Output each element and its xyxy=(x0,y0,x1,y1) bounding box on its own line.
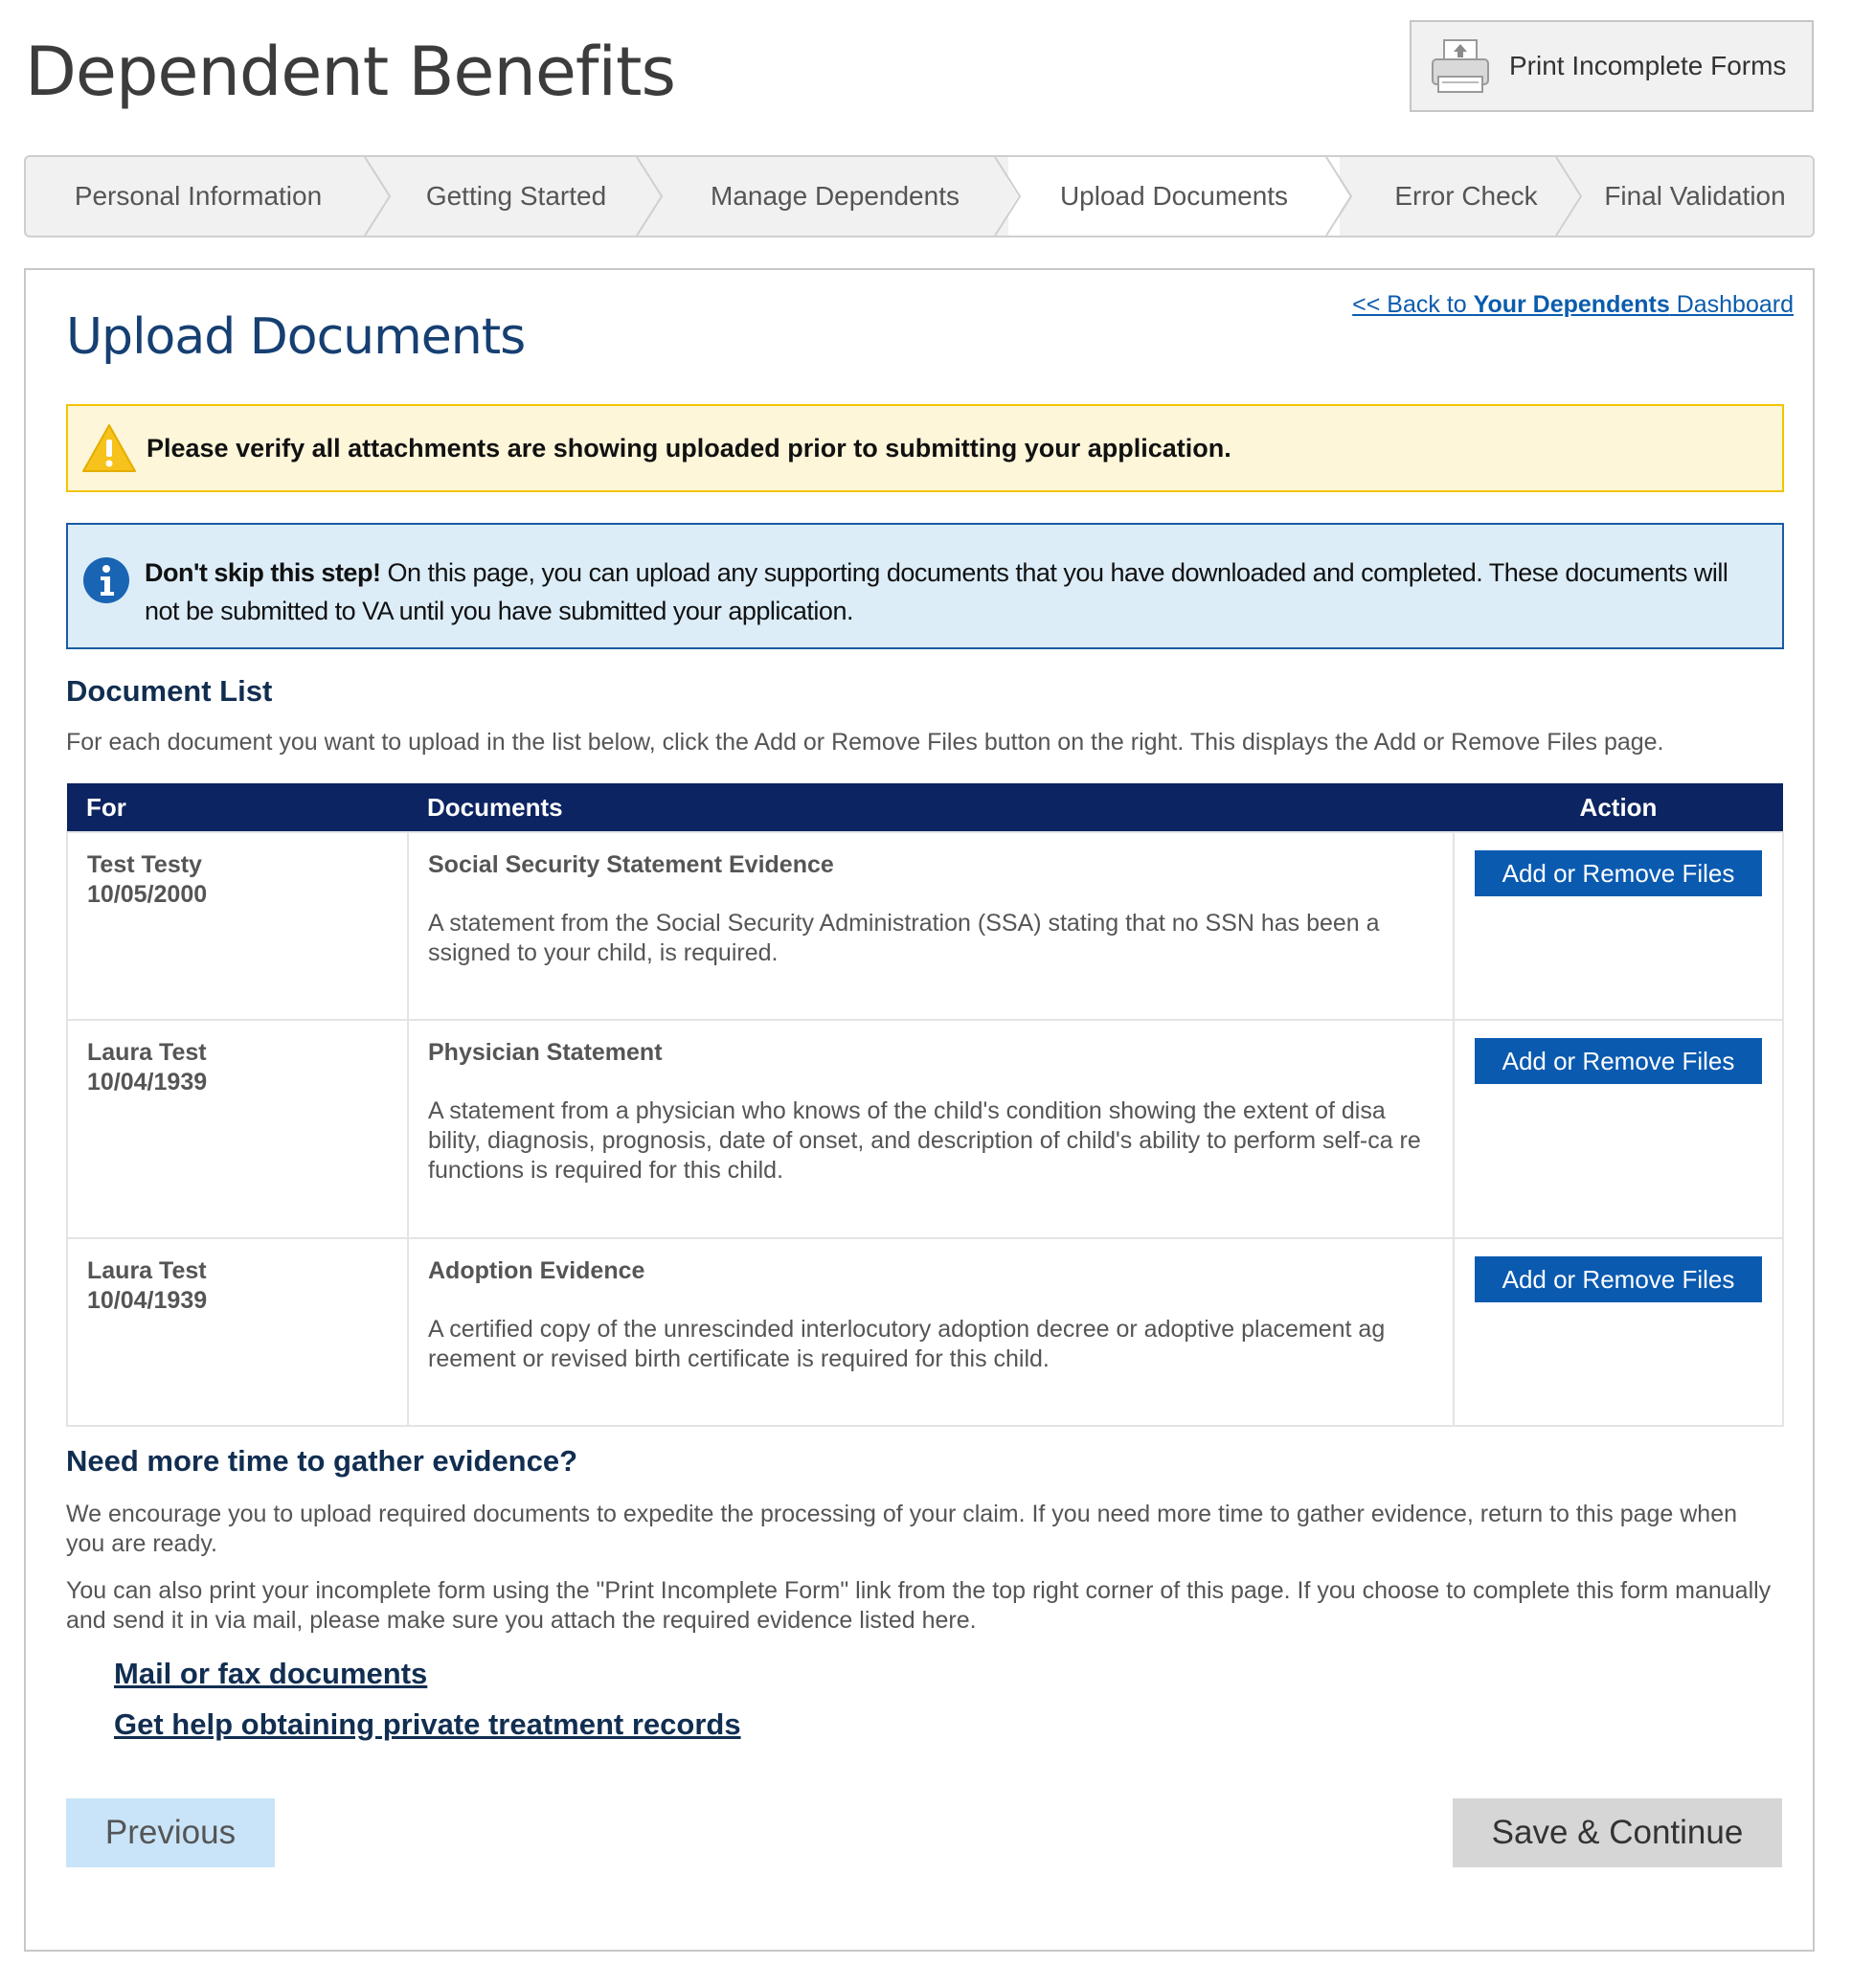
table-row: Laura Test 10/04/1939 Physician Statemen… xyxy=(66,1019,1784,1239)
print-incomplete-forms-button[interactable]: Print Incomplete Forms xyxy=(1410,20,1814,112)
document-list-heading: Document List xyxy=(66,674,273,708)
document-description: A statement from a physician who knows o… xyxy=(428,1097,1421,1184)
info-body-text: On this page, you can upload any support… xyxy=(145,558,1728,625)
upload-documents-panel: << Back to Your Dependents Dashboard Upl… xyxy=(24,268,1815,1952)
column-header-documents: Documents xyxy=(408,783,1454,832)
more-time-heading: Need more time to gather evidence? xyxy=(66,1444,578,1478)
document-description: A certified copy of the unrescinded inte… xyxy=(428,1316,1386,1372)
column-header-for: For xyxy=(67,783,408,832)
table-row: Laura Test 10/04/1939 Adoption Evidence … xyxy=(66,1237,1784,1427)
document-description: A statement from the Social Security Adm… xyxy=(428,910,1380,966)
back-link-bold: Your Dependents xyxy=(1473,291,1670,318)
back-link-prefix: << Back to xyxy=(1352,291,1474,318)
document-cell: Physician Statement A statement from a p… xyxy=(407,1019,1455,1239)
step-label: Upload Documents xyxy=(1059,181,1289,211)
dependent-dob: 10/05/2000 xyxy=(87,881,208,908)
column-header-action: Action xyxy=(1454,783,1783,832)
add-or-remove-files-button[interactable]: Add or Remove Files xyxy=(1475,1256,1762,1302)
dependent-dob: 10/04/1939 xyxy=(87,1287,208,1314)
step-label: Error Check xyxy=(1394,181,1538,211)
info-alert: Don't skip this step! On this page, you … xyxy=(66,523,1784,649)
private-treatment-records-link[interactable]: Get help obtaining private treatment rec… xyxy=(114,1707,741,1742)
step-personal-information[interactable]: Personal Information xyxy=(26,157,371,236)
document-list-description: For each document you want to upload in … xyxy=(66,729,1664,756)
document-title: Social Security Statement Evidence xyxy=(428,851,834,878)
more-time-paragraph-2: You can also print your incomplete form … xyxy=(66,1577,1772,1634)
steps-progress-bar: Personal Information Getting Started Man… xyxy=(24,155,1815,237)
more-time-paragraph-1: We encourage you to upload required docu… xyxy=(66,1501,1738,1557)
info-text: Don't skip this step! On this page, you … xyxy=(145,553,1753,630)
dependent-dob: 10/04/1939 xyxy=(87,1069,208,1096)
print-button-label: Print Incomplete Forms xyxy=(1509,51,1787,80)
action-cell: Add or Remove Files xyxy=(1453,1237,1784,1427)
document-title: Physician Statement xyxy=(428,1039,663,1066)
dependent-name: Laura Test xyxy=(87,1257,207,1284)
step-label: Getting Started xyxy=(425,181,607,211)
dependent-cell: Laura Test 10/04/1939 xyxy=(66,1237,409,1427)
app-title: Dependent Benefits xyxy=(25,33,676,111)
page: Dependent Benefits Print Incomplete Form… xyxy=(0,0,1852,1988)
info-bold-text: Don't skip this step! xyxy=(145,558,381,587)
step-label: Final Validation xyxy=(1604,181,1786,211)
add-or-remove-files-button[interactable]: Add or Remove Files xyxy=(1475,850,1762,896)
document-table: For Documents Action Test Testy 10/05/20… xyxy=(66,783,1784,1427)
page-title: Upload Documents xyxy=(66,308,526,366)
back-to-dashboard-link[interactable]: << Back to Your Dependents Dashboard xyxy=(1352,291,1794,319)
step-label: Personal Information xyxy=(74,181,323,211)
dependent-cell: Laura Test 10/04/1939 xyxy=(66,1019,409,1239)
dependent-name: Laura Test xyxy=(87,1039,207,1066)
document-cell: Adoption Evidence A certified copy of th… xyxy=(407,1237,1455,1427)
step-label: Manage Dependents xyxy=(711,181,960,211)
save-and-continue-button[interactable]: Save & Continue xyxy=(1453,1798,1782,1867)
step-error-check[interactable]: Error Check xyxy=(1351,157,1581,236)
info-icon xyxy=(83,557,129,603)
warning-icon xyxy=(82,424,136,472)
step-manage-dependents[interactable]: Manage Dependents xyxy=(658,157,1012,236)
previous-button[interactable]: Previous xyxy=(66,1798,275,1867)
document-title: Adoption Evidence xyxy=(428,1257,645,1284)
document-cell: Social Security Statement Evidence A sta… xyxy=(407,831,1455,1021)
dependent-name: Test Testy xyxy=(87,851,202,878)
action-cell: Add or Remove Files xyxy=(1453,1019,1784,1239)
dependent-cell: Test Testy 10/05/2000 xyxy=(66,831,409,1021)
step-getting-started[interactable]: Getting Started xyxy=(382,157,650,236)
step-final-validation[interactable]: Final Validation xyxy=(1577,157,1813,236)
step-separator xyxy=(993,157,1022,236)
add-or-remove-files-button[interactable]: Add or Remove Files xyxy=(1475,1038,1762,1084)
step-upload-documents[interactable]: Upload Documents xyxy=(1008,157,1340,236)
back-link-suffix: Dashboard xyxy=(1669,291,1794,318)
mail-or-fax-documents-link[interactable]: Mail or fax documents xyxy=(114,1657,427,1691)
table-header-row: For Documents Action xyxy=(67,783,1783,832)
printer-icon xyxy=(1432,39,1489,93)
table-row: Test Testy 10/05/2000 Social Security St… xyxy=(66,831,1784,1021)
warning-text: Please verify all attachments are showin… xyxy=(147,433,1231,463)
action-cell: Add or Remove Files xyxy=(1453,831,1784,1021)
warning-alert: Please verify all attachments are showin… xyxy=(66,404,1784,492)
